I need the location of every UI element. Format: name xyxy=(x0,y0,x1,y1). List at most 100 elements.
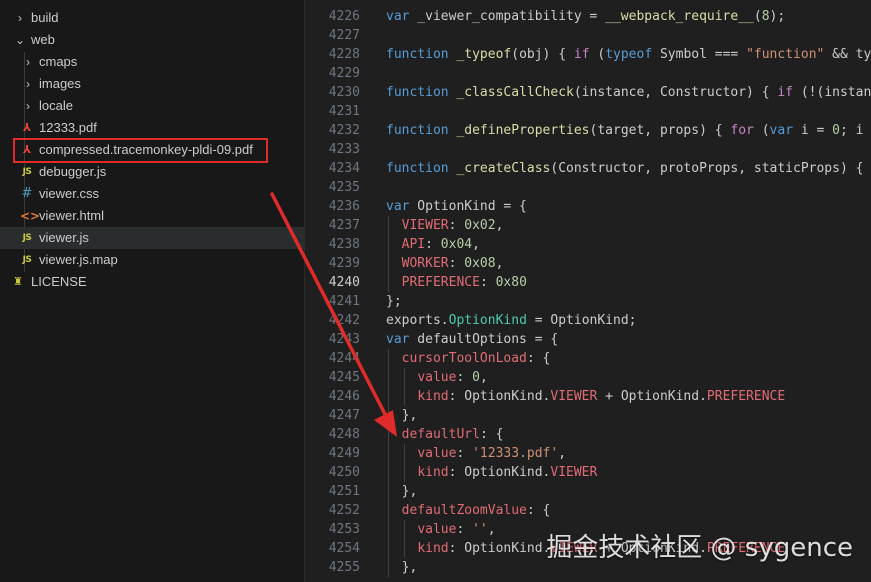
code-line[interactable]: 4233 xyxy=(305,140,871,159)
tree-item-locale[interactable]: › locale xyxy=(0,95,304,117)
code-line[interactable]: 4249 value: '12333.pdf', xyxy=(305,444,871,463)
code-token: : xyxy=(456,522,473,537)
tree-item-label: cmaps xyxy=(39,54,78,69)
code-token: , xyxy=(558,446,567,461)
code-line[interactable]: 4232 function _defineProperties(target, p… xyxy=(305,121,871,140)
tree-item-label: viewer.js.map xyxy=(39,252,118,267)
line-number: 4248 xyxy=(328,427,360,442)
tree-item-cmaps[interactable]: › cmaps xyxy=(0,51,304,73)
code-token: 0x04 xyxy=(440,237,473,252)
chevron-down-icon: ⌄ xyxy=(14,33,26,47)
code-token: value xyxy=(417,522,457,537)
tree-item-viewer-js-map[interactable]: JS viewer.js.map xyxy=(0,249,304,271)
line-number: 4246 xyxy=(328,389,360,404)
tree-item-license[interactable]: ♜ LICENSE xyxy=(0,271,304,293)
code-editor[interactable]: 4226 var _viewer_compatibility = __webpac… xyxy=(305,0,871,582)
javascript-file-icon: JS xyxy=(22,255,32,265)
tree-item-label: viewer.js xyxy=(39,230,89,245)
code-token: PREFERENCE xyxy=(401,275,480,290)
chevron-right-icon: › xyxy=(26,77,30,91)
code-token: , xyxy=(495,256,504,271)
code-token: , xyxy=(487,522,496,537)
line-number: 4244 xyxy=(328,351,360,366)
tree-item-label: viewer.css xyxy=(39,186,99,201)
code-token: : { xyxy=(479,427,504,442)
line-number: 4250 xyxy=(328,465,360,480)
code-line[interactable]: 4236 var OptionKind = { xyxy=(305,197,871,216)
code-line[interactable]: 4252 defaultZoomValue: { xyxy=(305,501,871,520)
code-token: _defineProperties xyxy=(456,123,590,138)
tree-item-label: 12333.pdf xyxy=(39,120,97,135)
code-token: + OptionKind. xyxy=(597,389,707,404)
tree-item-images[interactable]: › images xyxy=(0,73,304,95)
code-line[interactable]: 4243 var defaultOptions = { xyxy=(305,330,871,349)
code-line[interactable]: 4247 }, xyxy=(305,406,871,425)
code-text: function _createClass(Constructor, proto… xyxy=(386,159,871,178)
code-line[interactable]: 4226 var _viewer_compatibility = __webpac… xyxy=(305,7,871,26)
code-token: '' xyxy=(472,522,488,537)
code-text: API: 0x04, xyxy=(386,235,480,254)
code-line[interactable]: 4240 PREFERENCE: 0x80 xyxy=(305,273,871,292)
code-token: typeof xyxy=(605,47,653,62)
code-token: API xyxy=(401,237,426,252)
tree-item-build[interactable]: › build xyxy=(0,7,304,29)
code-line[interactable]: 4250 kind: OptionKind.VIEWER xyxy=(305,463,871,482)
code-token: Symbol === xyxy=(652,47,747,62)
code-token: (!(instanc xyxy=(793,85,871,100)
tree-item-viewer-js[interactable]: JS viewer.js xyxy=(0,227,304,249)
code-line[interactable]: 4237 VIEWER: 0x02, xyxy=(305,216,871,235)
code-token: , xyxy=(495,218,504,233)
code-line[interactable]: 4245 value: 0, xyxy=(305,368,871,387)
code-line[interactable]: 4235 xyxy=(305,178,871,197)
code-token: OptionKind xyxy=(448,313,527,328)
code-token: 8 xyxy=(761,9,770,24)
code-line[interactable]: 4227 xyxy=(305,26,871,45)
code-token: (obj) { xyxy=(511,47,574,62)
code-text: }; xyxy=(386,292,402,311)
vscode-window: › build ⌄ web › cmaps › images › locale … xyxy=(0,0,871,582)
indent-guide xyxy=(404,368,405,406)
code-text: var defaultOptions = { xyxy=(386,330,558,349)
code-token: var xyxy=(769,123,794,138)
code-token: : xyxy=(425,237,441,252)
code-text: }, xyxy=(386,482,418,501)
code-token: && typ xyxy=(832,47,871,62)
code-line[interactable]: 4239 WORKER: 0x08, xyxy=(305,254,871,273)
indent-guide xyxy=(388,216,389,292)
code-line[interactable]: 4246 kind: OptionKind.VIEWER + OptionKin… xyxy=(305,387,871,406)
code-token: defaultZoomValue xyxy=(401,503,527,518)
tree-item-debugger-js[interactable]: JS debugger.js xyxy=(0,161,304,183)
tree-item-viewer-css[interactable]: # viewer.css xyxy=(0,183,304,205)
line-number: 4255 xyxy=(328,560,360,575)
code-token: _viewer_compatibility = xyxy=(409,9,606,24)
code-line[interactable]: 4231 xyxy=(305,102,871,121)
code-token: : xyxy=(479,275,496,290)
code-token: _createClass xyxy=(456,161,551,176)
line-number: 4236 xyxy=(328,199,360,214)
code-line[interactable]: 4242 exports.OptionKind = OptionKind; xyxy=(305,311,871,330)
code-line[interactable]: 4230 function _classCallCheck(instance, C… xyxy=(305,83,871,102)
tree-item-12333-pdf[interactable]: ⅄ 12333.pdf xyxy=(0,117,304,139)
code-line[interactable]: 4238 API: 0x04, xyxy=(305,235,871,254)
tree-item-label: images xyxy=(39,76,81,91)
code-line[interactable]: 4248 defaultUrl: { xyxy=(305,425,871,444)
code-line[interactable]: 4244 cursorToolOnLoad: { xyxy=(305,349,871,368)
code-line[interactable]: 4228 function _typeof(obj) { if (typeof S… xyxy=(305,45,871,64)
code-line[interactable]: 4234 function _createClass(Constructor, p… xyxy=(305,159,871,178)
code-line[interactable]: 4251 }, xyxy=(305,482,871,501)
tree-item-viewer-html[interactable]: <> viewer.html xyxy=(0,205,304,227)
code-token: "function" xyxy=(746,47,825,62)
line-number: 4227 xyxy=(328,28,360,43)
code-text: function _typeof(obj) { if (typeof Symbo… xyxy=(386,45,871,64)
code-token: 0x08 xyxy=(464,256,496,271)
code-token: ( xyxy=(589,47,606,62)
code-line[interactable]: 4241}; xyxy=(305,292,871,311)
code-line[interactable]: 4229 xyxy=(305,64,871,83)
tree-item-web[interactable]: ⌄ web xyxy=(0,29,304,51)
code-token: var xyxy=(386,332,410,347)
code-token: 0 xyxy=(832,123,840,138)
line-number: 4234 xyxy=(328,161,360,176)
